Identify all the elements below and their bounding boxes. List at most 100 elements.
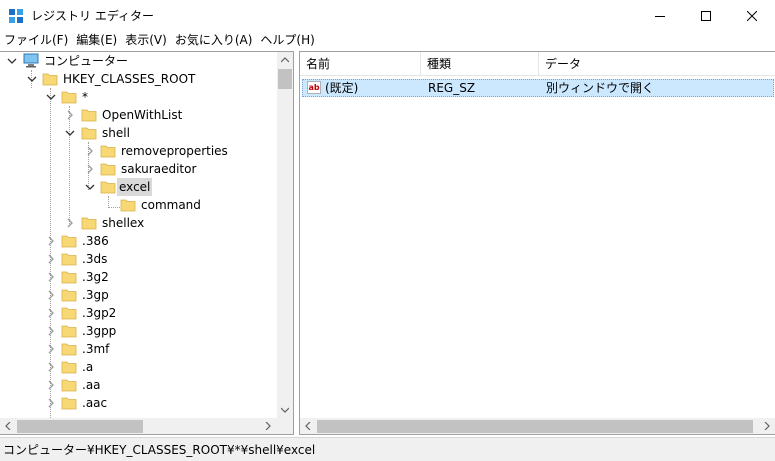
tree-item-shell[interactable]: shell	[0, 124, 277, 142]
scroll-left-arrow[interactable]	[300, 418, 316, 434]
title-bar[interactable]: レジストリ エディター	[0, 0, 775, 31]
list-row[interactable]: ab (既定) REG_SZ 別ウィンドウで開く	[302, 79, 774, 97]
chevron-up-icon	[281, 57, 289, 63]
tree-label: .3gp	[82, 288, 109, 302]
menu-view[interactable]: 表示(V)	[121, 31, 171, 50]
status-bar: コンピューター¥HKEY_CLASSES_ROOT¥*¥shell¥excel	[0, 437, 775, 461]
scroll-up-arrow[interactable]	[277, 52, 293, 68]
tree-item-extension[interactable]: .3gpp	[0, 322, 277, 340]
minimize-button[interactable]	[637, 0, 683, 31]
value-name: (既定)	[325, 81, 359, 95]
tree-item-hkey-classes-root[interactable]: HKEY_CLASSES_ROOT	[0, 70, 277, 88]
chevron-down-icon[interactable]	[46, 92, 56, 102]
chevron-right-icon[interactable]	[65, 218, 75, 228]
tree-label: .3mf	[82, 342, 110, 356]
menu-file[interactable]: ファイル(F)	[0, 31, 72, 50]
scroll-down-arrow[interactable]	[277, 402, 293, 418]
tree-label: command	[141, 198, 201, 212]
tree-label: OpenWithList	[102, 108, 183, 122]
tree-item-extension[interactable]: .a	[0, 358, 277, 376]
tree-horizontal-scrollbar[interactable]	[0, 418, 277, 434]
chevron-down-icon[interactable]	[27, 74, 37, 84]
tree-item-extension[interactable]: .3gp	[0, 286, 277, 304]
tree-label: .aa	[82, 378, 101, 392]
tree-item-extension[interactable]: .3g2	[0, 268, 277, 286]
menu-favorites[interactable]: お気に入り(A)	[171, 31, 257, 50]
scroll-thumb[interactable]	[17, 420, 143, 433]
chevron-right-icon[interactable]	[46, 308, 56, 318]
tree-item-extension[interactable]: .386	[0, 232, 277, 250]
chevron-right-icon[interactable]	[85, 146, 95, 156]
tree-item-removeproperties[interactable]: removeproperties	[0, 142, 277, 160]
folder-icon	[61, 91, 77, 104]
chevron-down-icon[interactable]	[85, 182, 95, 192]
tree-vertical-scrollbar[interactable]	[277, 52, 293, 418]
folder-icon	[81, 109, 97, 122]
menu-edit[interactable]: 編集(E)	[72, 31, 121, 50]
chevron-right-icon[interactable]	[46, 236, 56, 246]
maximize-icon	[701, 10, 711, 21]
tree-item-command[interactable]: command	[0, 196, 277, 214]
tree-item-shellex[interactable]: shellex	[0, 214, 277, 232]
chevron-right-icon[interactable]	[65, 110, 75, 120]
tree-item-extension[interactable]: .3ds	[0, 250, 277, 268]
tree-pane[interactable]: コンピューター HKEY_CLASSES_ROOT * OpenWithList…	[0, 51, 294, 435]
menu-help[interactable]: ヘルプ(H)	[256, 31, 318, 50]
tree-item-star[interactable]: *	[0, 88, 277, 106]
folder-icon	[100, 145, 116, 158]
tree-item-extension[interactable]: .aac	[0, 394, 277, 412]
folder-icon	[61, 361, 77, 374]
tree-label: .a	[82, 360, 94, 374]
list-horizontal-scrollbar[interactable]	[300, 418, 775, 434]
folder-icon	[120, 199, 136, 212]
chevron-right-icon[interactable]	[46, 290, 56, 300]
chevron-right-icon[interactable]	[46, 380, 56, 390]
chevron-right-icon[interactable]	[46, 398, 56, 408]
tree-item-sakuraeditor[interactable]: sakuraeditor	[0, 160, 277, 178]
tree-item-excel[interactable]: excel	[0, 178, 277, 196]
registry-cubes-icon	[9, 9, 23, 23]
tree-item-openwithlist[interactable]: OpenWithList	[0, 106, 277, 124]
folder-icon	[61, 379, 77, 392]
value-type: REG_SZ	[428, 81, 476, 95]
tree-item-computer[interactable]: コンピューター	[0, 52, 277, 70]
chevron-right-icon[interactable]	[85, 164, 95, 174]
column-header-name[interactable]: 名前	[300, 52, 421, 76]
chevron-down-icon[interactable]	[65, 128, 75, 138]
scroll-left-arrow[interactable]	[0, 418, 16, 434]
tree-label: shell	[102, 126, 130, 140]
menu-bar: ファイル(F) 編集(E) 表示(V) お気に入り(A) ヘルプ(H)	[0, 31, 775, 50]
tree-item-extension[interactable]: .aa	[0, 376, 277, 394]
chevron-left-icon	[5, 422, 11, 430]
tree-label: *	[82, 90, 88, 104]
chevron-down-icon[interactable]	[7, 56, 17, 66]
chevron-right-icon[interactable]	[46, 272, 56, 282]
tree-item-extension[interactable]: .3gp2	[0, 304, 277, 322]
chevron-right-icon[interactable]	[46, 326, 56, 336]
folder-icon	[61, 325, 77, 338]
scroll-thumb[interactable]	[317, 420, 753, 433]
minimize-icon	[655, 15, 665, 17]
chevron-right-icon[interactable]	[46, 362, 56, 372]
folder-icon	[61, 307, 77, 320]
status-path: コンピューター¥HKEY_CLASSES_ROOT¥*¥shell¥excel	[3, 443, 316, 457]
folder-icon	[100, 163, 116, 176]
folder-icon	[81, 127, 97, 140]
chevron-right-icon[interactable]	[46, 254, 56, 264]
close-button[interactable]	[729, 0, 775, 31]
values-list-pane[interactable]: 名前 種類 データ ab (既定) REG_SZ 別ウィンドウで開く	[299, 51, 775, 435]
column-header-type[interactable]: 種類	[421, 52, 539, 76]
column-header-data[interactable]: データ	[539, 52, 775, 76]
folder-icon	[100, 181, 116, 194]
scroll-right-arrow[interactable]	[260, 418, 276, 434]
tree-label: excel	[117, 178, 153, 196]
chevron-right-icon[interactable]	[46, 344, 56, 354]
folder-icon	[61, 289, 77, 302]
maximize-button[interactable]	[683, 0, 729, 31]
chevron-left-icon	[305, 422, 311, 430]
scroll-thumb[interactable]	[278, 69, 292, 89]
scroll-right-arrow[interactable]	[759, 418, 775, 434]
tree-label: コンピューター	[44, 54, 129, 68]
tree-label: sakuraeditor	[121, 162, 197, 176]
tree-item-extension[interactable]: .3mf	[0, 340, 277, 358]
